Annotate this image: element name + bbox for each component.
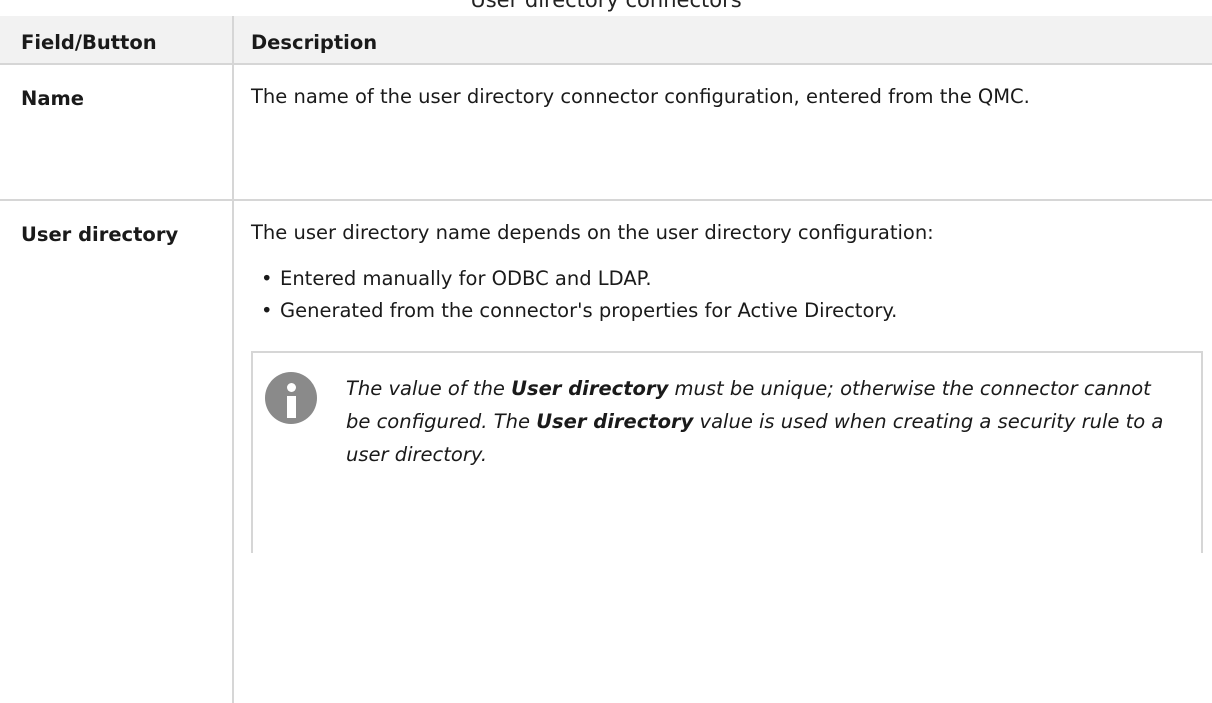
description-text: The user directory name depends on the u… xyxy=(251,221,934,244)
table-header-row: Field/Button Description xyxy=(0,16,1212,65)
table-row: User directory The user directory name d… xyxy=(0,200,1212,703)
column-header-description: Description xyxy=(233,16,1212,65)
field-name-cell: User directory xyxy=(0,200,234,703)
column-header-field: Field/Button xyxy=(0,16,234,65)
table-caption: User directory connectors xyxy=(470,0,742,12)
note-emphasis: User directory xyxy=(536,410,694,433)
note-box: The value of the User directory must be … xyxy=(251,351,1203,553)
note-emphasis: User directory xyxy=(511,377,669,400)
connector-fields-table: Field/Button Description Name The name o… xyxy=(0,16,1212,703)
info-icon xyxy=(265,372,317,424)
description-cell: The user directory name depends on the u… xyxy=(233,200,1212,703)
list-item: Generated from the connector's propertie… xyxy=(261,295,1203,327)
table-row: Name The name of the user directory conn… xyxy=(0,64,1212,201)
bullet-list: Entered manually for ODBC and LDAP. Gene… xyxy=(251,263,1203,327)
list-item: Entered manually for ODBC and LDAP. xyxy=(261,263,1203,295)
note-text-part: The value of the xyxy=(346,377,512,400)
field-name-cell: Name xyxy=(0,64,234,201)
note-text: The value of the User directory must be … xyxy=(346,372,1181,471)
description-cell: The name of the user directory connector… xyxy=(233,64,1212,201)
